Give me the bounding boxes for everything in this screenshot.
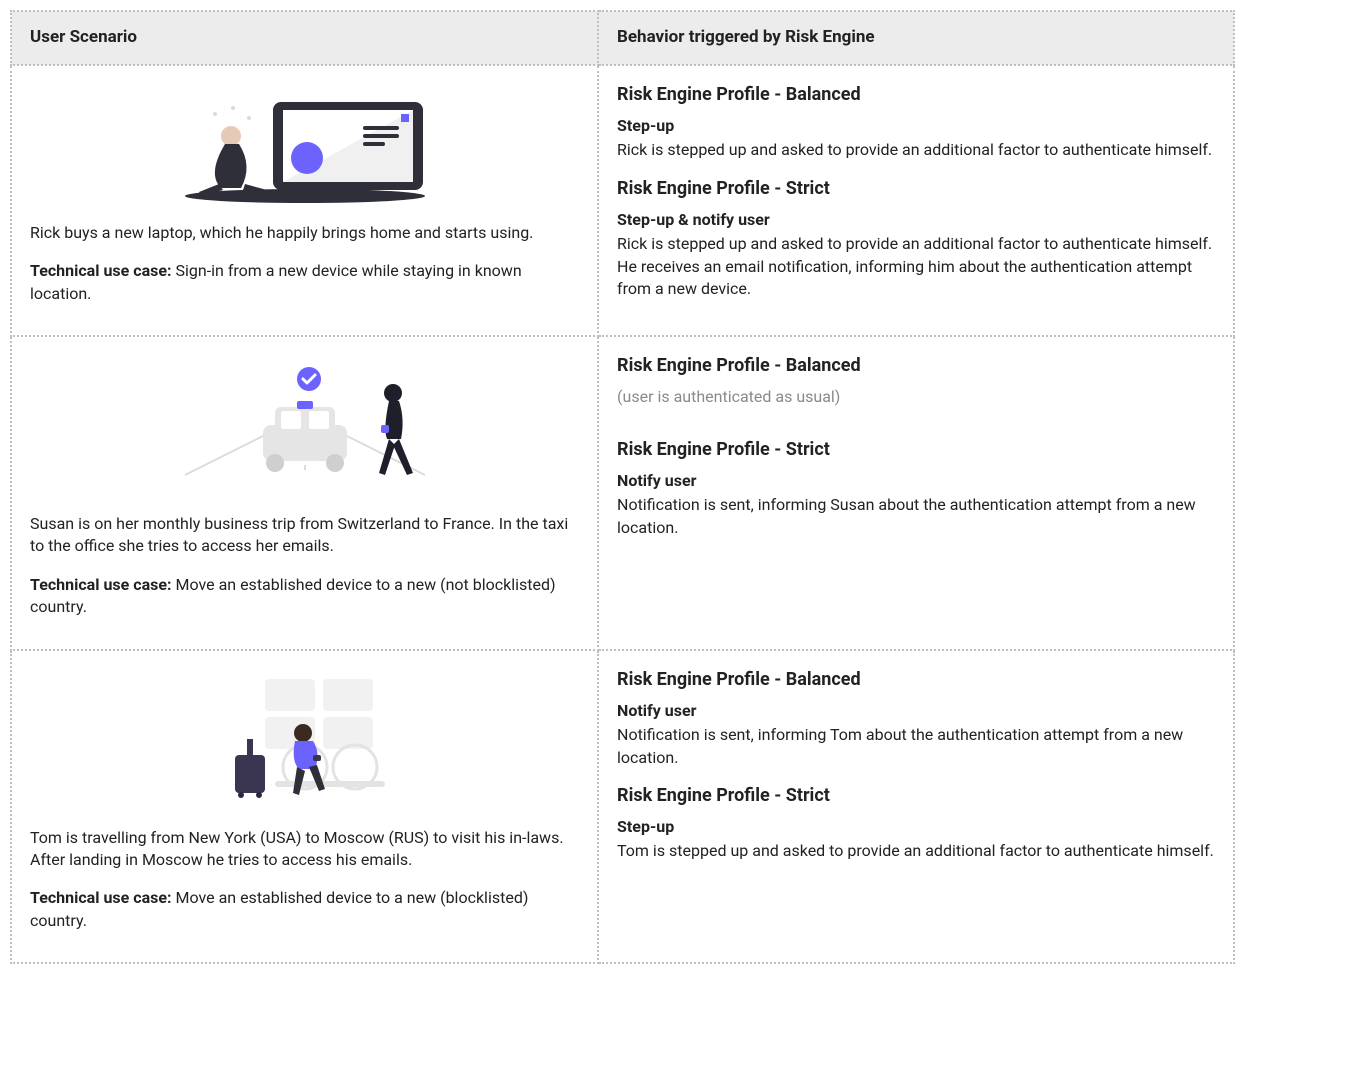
airport-illustration	[30, 669, 579, 809]
taxi-illustration	[30, 355, 579, 495]
balanced-action-label: Step-up	[617, 115, 1215, 137]
header-user-scenario: User Scenario	[11, 11, 598, 65]
balanced-muted-note: (user is authenticated as usual)	[617, 386, 1215, 408]
technical-use-case: Technical use case: Move an established …	[30, 574, 579, 619]
strict-action-body: Rick is stepped up and asked to provide …	[617, 233, 1215, 300]
scenarios-table: User Scenario Behavior triggered by Risk…	[10, 10, 1235, 964]
profile-balanced-title: Risk Engine Profile - Balanced	[617, 82, 1215, 107]
scenario-description: Susan is on her monthly business trip fr…	[30, 513, 579, 558]
table-row: Susan is on her monthly business trip fr…	[11, 336, 1234, 650]
technical-use-case-label: Technical use case:	[30, 261, 172, 280]
laptop-illustration	[30, 84, 579, 204]
scenario-description: Tom is travelling from New York (USA) to…	[30, 827, 579, 872]
profile-balanced-title: Risk Engine Profile - Balanced	[617, 667, 1215, 692]
profile-strict-title: Risk Engine Profile - Strict	[617, 176, 1215, 201]
table-row: Rick buys a new laptop, which he happily…	[11, 65, 1234, 336]
strict-action-label: Step-up	[617, 816, 1215, 838]
technical-use-case: Technical use case: Sign-in from a new d…	[30, 260, 579, 305]
scenario-description: Rick buys a new laptop, which he happily…	[30, 222, 579, 244]
balanced-action-body: Notification is sent, informing Tom abou…	[617, 724, 1215, 769]
profile-balanced-title: Risk Engine Profile - Balanced	[617, 353, 1215, 378]
technical-use-case-label: Technical use case:	[30, 888, 172, 907]
header-behavior: Behavior triggered by Risk Engine	[598, 11, 1234, 65]
profile-strict-title: Risk Engine Profile - Strict	[617, 783, 1215, 808]
table-row: Tom is travelling from New York (USA) to…	[11, 650, 1234, 964]
strict-action-label: Step-up & notify user	[617, 209, 1215, 231]
technical-use-case: Technical use case: Move an established …	[30, 887, 579, 932]
balanced-action-body: Rick is stepped up and asked to provide …	[617, 139, 1215, 161]
strict-action-label: Notify user	[617, 470, 1215, 492]
balanced-action-label: Notify user	[617, 700, 1215, 722]
profile-strict-title: Risk Engine Profile - Strict	[617, 437, 1215, 462]
strict-action-body: Notification is sent, informing Susan ab…	[617, 494, 1215, 539]
strict-action-body: Tom is stepped up and asked to provide a…	[617, 840, 1215, 862]
technical-use-case-label: Technical use case:	[30, 575, 172, 594]
